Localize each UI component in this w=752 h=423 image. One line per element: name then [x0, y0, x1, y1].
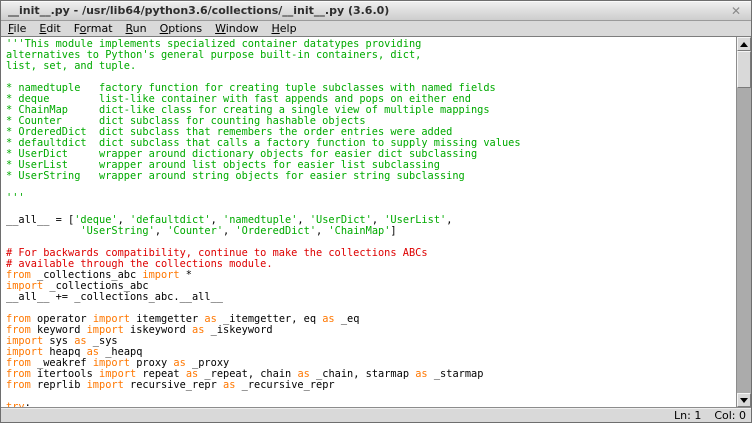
code-line: from reprlib import recursive_repr as _r…	[6, 380, 736, 391]
code-line: * UserString wrapper around string objec…	[6, 171, 736, 182]
menu-window[interactable]: Window	[209, 21, 265, 37]
editor-area: '''This module implements specialized co…	[1, 37, 751, 407]
status-bar: Ln: 1 Col: 0	[1, 407, 751, 422]
code-line: 'UserString', 'Counter', 'OrderedDict', …	[6, 226, 736, 237]
scrollbar-track[interactable]	[737, 51, 751, 393]
menu-options[interactable]: Options	[154, 21, 209, 37]
scroll-up-button[interactable]	[737, 37, 751, 51]
scrollbar	[736, 37, 751, 407]
code-line: list, set, and tuple.	[6, 61, 736, 72]
titlebar: __init__.py - /usr/lib64/python3.6/colle…	[1, 1, 751, 21]
up-triangle-icon	[740, 42, 748, 47]
menu-file[interactable]: File	[2, 21, 33, 37]
menu-format[interactable]: Format	[68, 21, 120, 37]
code-line: '''	[6, 193, 736, 204]
menubar: FileEditFormatRunOptionsWindowHelp	[1, 21, 751, 37]
window-title: __init__.py - /usr/lib64/python3.6/colle…	[8, 4, 729, 17]
idle-editor-window: __init__.py - /usr/lib64/python3.6/colle…	[0, 0, 752, 423]
code-editor[interactable]: '''This module implements specialized co…	[1, 37, 736, 407]
scroll-down-button[interactable]	[737, 393, 751, 407]
menu-help[interactable]: Help	[265, 21, 303, 37]
column-indicator: Col: 0	[714, 409, 746, 422]
scrollbar-thumb[interactable]	[737, 51, 751, 88]
line-indicator: Ln: 1	[674, 409, 701, 422]
close-icon[interactable]: ✕	[729, 5, 743, 17]
code-line	[6, 391, 736, 402]
down-triangle-icon	[740, 398, 748, 403]
code-line: __all__ += _collections_abc.__all__	[6, 292, 736, 303]
code-line	[6, 182, 736, 193]
menu-run[interactable]: Run	[120, 21, 154, 37]
menu-edit[interactable]: Edit	[33, 21, 67, 37]
